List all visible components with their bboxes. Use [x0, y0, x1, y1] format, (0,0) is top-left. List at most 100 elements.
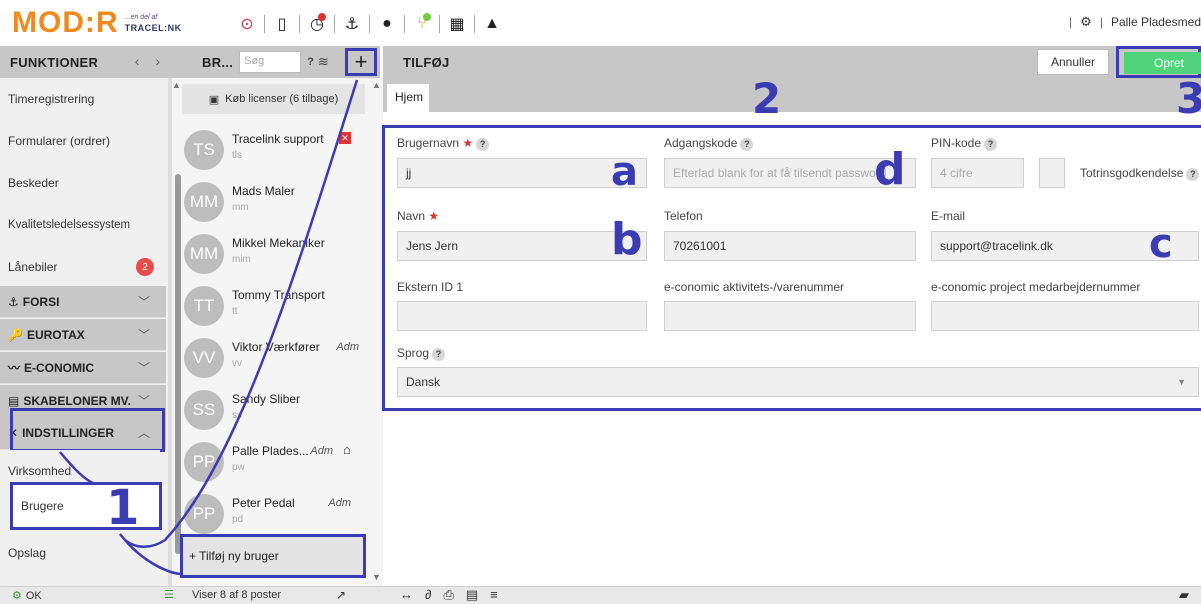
sidebar-item-kvalitet[interactable]: Kvalitetsledelsessystem: [0, 204, 166, 246]
username-field[interactable]: jj: [397, 158, 647, 188]
collapse-nav[interactable]: ‹ ›: [135, 53, 166, 69]
scroll-up-icon[interactable]: ▲: [372, 80, 381, 90]
pin-label: PIN-kode?: [931, 136, 998, 151]
users-list-header: BR... Søg ? ≋ +: [172, 46, 380, 78]
search-input[interactable]: Søg: [239, 51, 302, 73]
status-ok-icon: ⚙: [12, 590, 22, 602]
phone-icon[interactable]: ▯: [270, 13, 294, 35]
clock-icon[interactable]: ◷: [305, 13, 329, 35]
link-icon[interactable]: ∂: [425, 587, 431, 603]
print-icon[interactable]: ⎙: [443, 587, 453, 603]
logo[interactable]: MOD:R ...en del af TRACEL:NK: [12, 8, 182, 38]
create-button[interactable]: Opret: [1124, 52, 1201, 74]
remove-icon[interactable]: ✕: [339, 132, 351, 144]
layers-icon[interactable]: ≋: [318, 54, 329, 70]
help-icon[interactable]: ?: [476, 138, 490, 151]
chevron-down-icon: ﹀: [137, 295, 150, 309]
annotation-d: d: [874, 144, 906, 195]
list-item[interactable]: SS Sandy Sliber ss: [182, 382, 365, 434]
sidebar-item-timeregistrering[interactable]: Timeregistrering: [0, 78, 166, 120]
list-scrollbar[interactable]: ▲: [172, 78, 182, 586]
sidebar-group-economic[interactable]: 〰 E-CONOMIC ﹀: [0, 352, 166, 384]
resize-icon[interactable]: ↔: [400, 587, 413, 603]
annotation-b: b: [611, 214, 643, 265]
sidebar-item-beskeder[interactable]: Beskeder: [0, 162, 166, 204]
scroll-thumb[interactable]: [175, 174, 181, 554]
help-icon[interactable]: ?: [740, 138, 754, 151]
sidebar-item-opslag[interactable]: Opslag: [0, 532, 166, 574]
list-scrollbar-right[interactable]: ▲ ▼: [369, 78, 383, 586]
sidebar: Timeregistrering Formularer (ordrer) Bes…: [0, 78, 172, 586]
scroll-down-icon[interactable]: ▼: [372, 572, 381, 582]
avatar: VV: [184, 338, 224, 378]
export-icon[interactable]: ↗: [336, 588, 346, 602]
twofactor-checkbox[interactable]: [1039, 158, 1065, 188]
economic-activity-field[interactable]: [664, 301, 916, 331]
sidebar-item-formularer[interactable]: Formularer (ordrer): [0, 120, 166, 162]
key-icon: 🔑: [8, 327, 23, 342]
buy-licenses-button[interactable]: ▣ Køb licenser (6 tilbage): [182, 84, 365, 114]
password-label: Adgangskode?: [664, 136, 754, 151]
economic-project-label: e-conomic project medarbejdernummer: [931, 280, 1141, 294]
external-id-field[interactable]: [397, 301, 647, 331]
twofactor-label: Totrinsgodkendelse?: [1080, 166, 1200, 181]
list-item[interactable]: PP Palle Plades... pw Adm ⌂: [182, 434, 365, 486]
admin-role: Adm: [336, 341, 359, 353]
anchor-icon[interactable]: ⚓: [340, 13, 364, 35]
language-label: Sprog?: [397, 346, 446, 361]
status-bar: ⚙ OK ☰ Viser 8 af 8 poster ↗ ↔ ∂ ⎙ ▤ ≡ ▰: [0, 586, 1201, 604]
list-item[interactable]: VV Viktor Værkfører vv Adm: [182, 330, 365, 382]
user-name: Sandy Sliber: [232, 392, 301, 406]
users-list-title: BR...: [202, 54, 234, 70]
form-header: TILFØJ Annuller Opret: [383, 46, 1201, 78]
avatar: TS: [184, 130, 224, 170]
sidebar-group-eurotax[interactable]: 🔑 EUROTAX ﹀: [0, 319, 166, 351]
help-icon[interactable]: ?: [432, 348, 446, 361]
add-button[interactable]: +: [345, 48, 377, 76]
user-login: tls: [232, 150, 242, 161]
cancel-button[interactable]: Annuller: [1037, 49, 1109, 75]
lifebuoy-icon[interactable]: ⊙: [235, 13, 259, 35]
phone-label: Telefon: [664, 209, 703, 223]
annotation-c: c: [1149, 221, 1173, 267]
scroll-up-icon[interactable]: ▲: [172, 80, 181, 90]
help-icon[interactable]: ?: [1186, 168, 1200, 181]
external-id-label: Ekstern ID 1: [397, 280, 464, 294]
sidebar-group-forsi[interactable]: ⚓ FORSI ﹀: [0, 286, 166, 318]
language-select[interactable]: Dansk ▼: [397, 367, 1199, 397]
chat-icon[interactable]: ●: [375, 13, 399, 35]
economic-activity-label: e-conomic aktivitets-/varenummer: [664, 280, 845, 294]
warning-icon[interactable]: ▲: [480, 13, 504, 35]
pdf-icon[interactable]: ▤: [466, 587, 478, 603]
list-item[interactable]: MM Mads Maler mm: [182, 174, 365, 226]
user-name[interactable]: Palle Pladesmed: [1111, 15, 1201, 29]
help-icon[interactable]: ?: [307, 56, 314, 68]
menu-icon[interactable]: ≡: [490, 587, 498, 603]
list-item[interactable]: TT Tommy Transport tt: [182, 278, 365, 330]
gear-icon[interactable]: ⚙: [1080, 14, 1092, 30]
logo-main-text: MOD:R: [12, 6, 119, 39]
form-area: Hjem Brugernavn ★? jj Adgangskode? Efter…: [382, 78, 1201, 586]
network-icon[interactable]: ⑂: [410, 13, 434, 35]
anchor-icon: ⚓: [8, 294, 19, 309]
add-user-button[interactable]: + Tilføj ny bruger: [180, 534, 366, 578]
filter-icon[interactable]: ☰: [164, 588, 174, 601]
list-item[interactable]: TS Tracelink support tls ✕: [182, 122, 365, 174]
settings-highlight: [10, 408, 165, 452]
chat-icon[interactable]: ▰: [1179, 587, 1189, 603]
phone-field[interactable]: 70261001: [664, 231, 916, 261]
list-item[interactable]: MM Mikkel Mekaniker mim: [182, 226, 365, 278]
keyboard-icon[interactable]: ▦: [445, 13, 469, 35]
economic-project-field[interactable]: [931, 301, 1199, 331]
help-icon[interactable]: ?: [984, 138, 998, 151]
tab-hjem[interactable]: Hjem: [387, 84, 429, 112]
list-item[interactable]: PP Peter Pedal pd Adm: [182, 486, 365, 538]
wave-icon: 〰: [8, 361, 21, 375]
pin-field[interactable]: 4 cifre: [931, 158, 1024, 188]
user-name: Mikkel Mekaniker: [232, 236, 325, 250]
chevron-down-icon: ﹀: [137, 361, 150, 375]
sidebar-item-laanebiler[interactable]: Lånebiler 2: [0, 246, 166, 288]
user-login: pw: [232, 462, 245, 473]
user-name: Viktor Værkfører: [232, 340, 320, 354]
name-field[interactable]: Jens Jern: [397, 231, 647, 261]
